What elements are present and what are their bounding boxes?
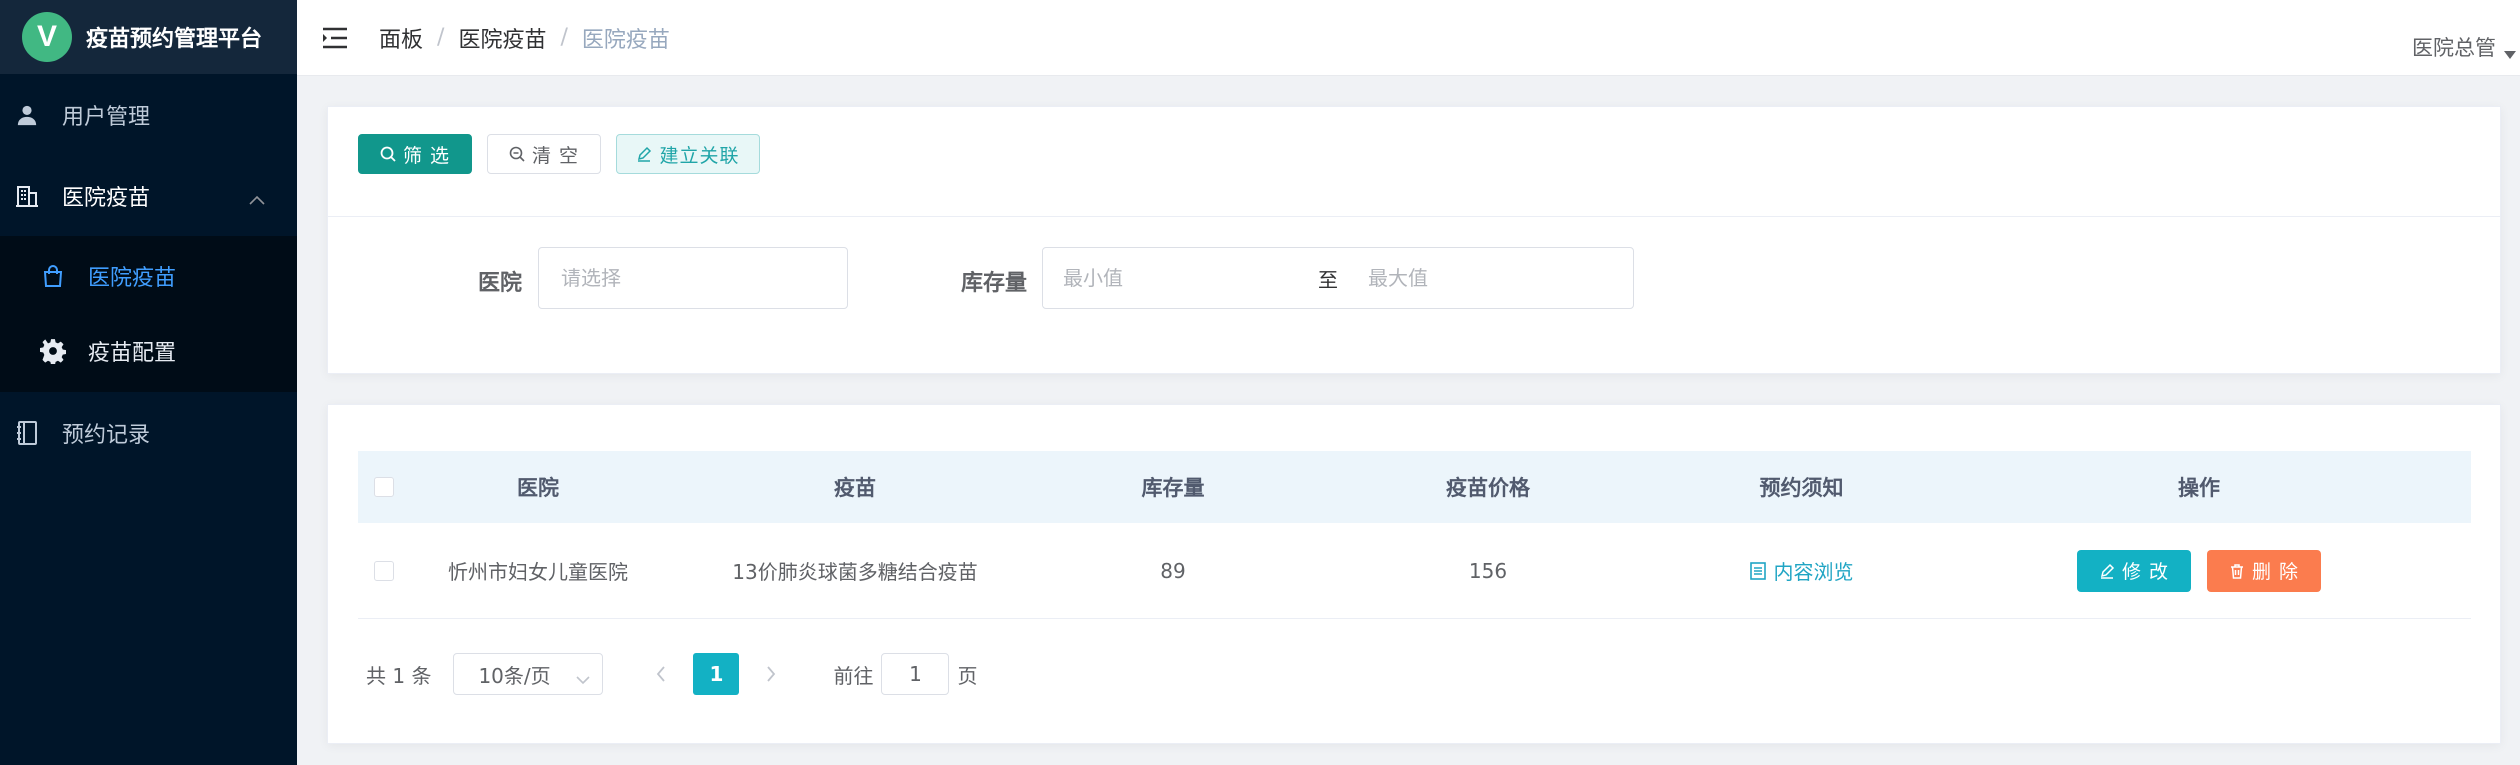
document-icon	[1749, 561, 1766, 580]
pagination: 共 1 条 10条/页 1 前往 页	[366, 653, 977, 695]
edit-button-label: 修 改	[2121, 561, 2170, 583]
sidebar-item-appointment-records[interactable]: 预约记录	[0, 392, 297, 474]
trash-icon	[2230, 563, 2243, 579]
bag-icon	[38, 261, 68, 291]
pagination-total: 共 1 条	[366, 663, 432, 688]
chevron-left-icon	[657, 666, 666, 682]
table-header: 医院 疫苗 库存量 疫苗价格 预约须知 操作	[358, 451, 2471, 523]
edit-icon	[638, 146, 652, 162]
building-icon	[12, 181, 42, 211]
breadcrumb-item[interactable]: 医院疫苗	[458, 22, 546, 54]
page-size-select[interactable]: 10条/页	[453, 653, 604, 695]
filter-button-label: 筛 选	[402, 144, 451, 167]
filter-card: 筛 选 清 空 建立关联 医院 库存量 至	[327, 106, 2501, 374]
breadcrumb-separator: /	[437, 25, 445, 50]
clear-button[interactable]: 清 空	[487, 134, 601, 174]
submenu: 医院疫苗 疫苗配置	[0, 236, 297, 392]
menu-toggle-icon[interactable]	[321, 24, 349, 52]
toolbar: 筛 选 清 空 建立关联	[328, 107, 2500, 217]
gear-icon	[38, 336, 68, 366]
stock-label: 库存量	[961, 271, 1028, 296]
edit-icon	[2100, 563, 2115, 579]
range-separator: 至	[1318, 267, 1338, 292]
zoom-out-icon	[509, 146, 525, 162]
column-header-vaccine: 疫苗	[834, 476, 876, 500]
brand[interactable]: V 疫苗预约管理平台	[0, 0, 297, 74]
cell-price: 156	[1468, 558, 1508, 583]
chevron-down-icon	[576, 666, 591, 690]
hospital-select[interactable]	[538, 247, 848, 309]
filter-button[interactable]: 筛 选	[358, 134, 472, 174]
create-link-button-label: 建立关联	[659, 144, 740, 167]
view-notice-link[interactable]: 内容浏览	[1749, 556, 1854, 585]
create-link-button[interactable]: 建立关联	[616, 134, 760, 174]
sidebar-item-label: 医院疫苗	[88, 265, 177, 291]
select-all-checkbox[interactable]	[374, 477, 394, 497]
column-header-stock: 库存量	[1141, 476, 1205, 500]
row-checkbox[interactable]	[374, 560, 394, 581]
chevron-up-icon	[249, 186, 265, 211]
sidebar-item-users[interactable]: 用户管理	[0, 74, 297, 156]
page-size-value: 10条/页	[478, 663, 551, 688]
stock-max-input[interactable]	[1348, 250, 1613, 306]
user-menu[interactable]: 医院总管	[2412, 30, 2516, 64]
caret-down-icon	[2504, 40, 2516, 64]
sidebar-item-label: 疫苗配置	[88, 340, 177, 366]
clear-button-label: 清 空	[531, 144, 580, 167]
top-header: 面板 / 医院疫苗 / 医院疫苗 医院总管	[297, 0, 2520, 76]
cell-stock: 89	[1160, 558, 1186, 583]
goto-page-input[interactable]	[881, 653, 950, 695]
delete-button[interactable]: 删 除	[2207, 549, 2321, 592]
column-header-price: 疫苗价格	[1446, 476, 1530, 500]
view-notice-label: 内容浏览	[1773, 560, 1854, 584]
breadcrumb-item[interactable]: 面板	[379, 22, 423, 54]
goto-label: 前往	[833, 663, 874, 688]
vaccine-table: 医院 疫苗 库存量 疫苗价格 预约须知 操作 忻州市妇女儿童医院 13价肺炎球菌…	[358, 451, 2471, 619]
brand-title: 疫苗预约管理平台	[86, 27, 263, 52]
sidebar: V 疫苗预约管理平台 用户管理 医院疫苗 医院疫苗 疫苗配置 预约记录	[0, 0, 297, 765]
notebook-icon	[12, 418, 42, 448]
cell-hospital: 忻州市妇女儿童医院	[448, 560, 628, 584]
table-card: 医院 疫苗 库存量 疫苗价格 预约须知 操作 忻州市妇女儿童医院 13价肺炎球菌…	[327, 404, 2501, 744]
hospital-label: 医院	[478, 271, 523, 296]
next-page-button[interactable]	[751, 653, 791, 695]
edit-button[interactable]: 修 改	[2077, 549, 2191, 592]
search-icon	[380, 146, 396, 162]
sidebar-item-label: 预约记录	[62, 423, 151, 448]
breadcrumb-current: 医院疫苗	[581, 27, 670, 53]
table-row: 忻州市妇女儿童医院 13价肺炎球菌多糖结合疫苗 89 156 内容浏览 修 改 …	[358, 523, 2471, 619]
prev-page-button[interactable]	[641, 653, 681, 695]
column-header-notice: 预约须知	[1759, 476, 1844, 500]
column-header-actions: 操作	[2178, 476, 2220, 500]
sidebar-item-label: 医院疫苗	[62, 186, 151, 211]
stock-range: 至	[1042, 247, 1634, 309]
cell-vaccine: 13价肺炎球菌多糖结合疫苗	[732, 560, 978, 584]
stock-min-input[interactable]	[1043, 250, 1308, 306]
sidebar-item-hospital-vaccine-sub[interactable]: 医院疫苗	[0, 238, 297, 313]
delete-button-label: 删 除	[2251, 561, 2300, 583]
user-name: 医院总管	[2412, 36, 2496, 60]
sidebar-item-label: 用户管理	[62, 105, 151, 130]
chevron-right-icon	[767, 666, 776, 682]
column-header-hospital: 医院	[517, 476, 559, 500]
breadcrumb-separator: /	[560, 25, 568, 50]
logo-icon: V	[22, 12, 72, 62]
page-number-current[interactable]: 1	[693, 653, 740, 695]
user-icon	[12, 100, 42, 130]
breadcrumb: 面板 / 医院疫苗 / 医院疫苗	[379, 22, 670, 54]
sidebar-item-vaccine-config[interactable]: 疫苗配置	[0, 313, 297, 388]
page-suffix: 页	[957, 663, 978, 688]
sidebar-item-hospital-vaccine[interactable]: 医院疫苗	[0, 156, 297, 236]
